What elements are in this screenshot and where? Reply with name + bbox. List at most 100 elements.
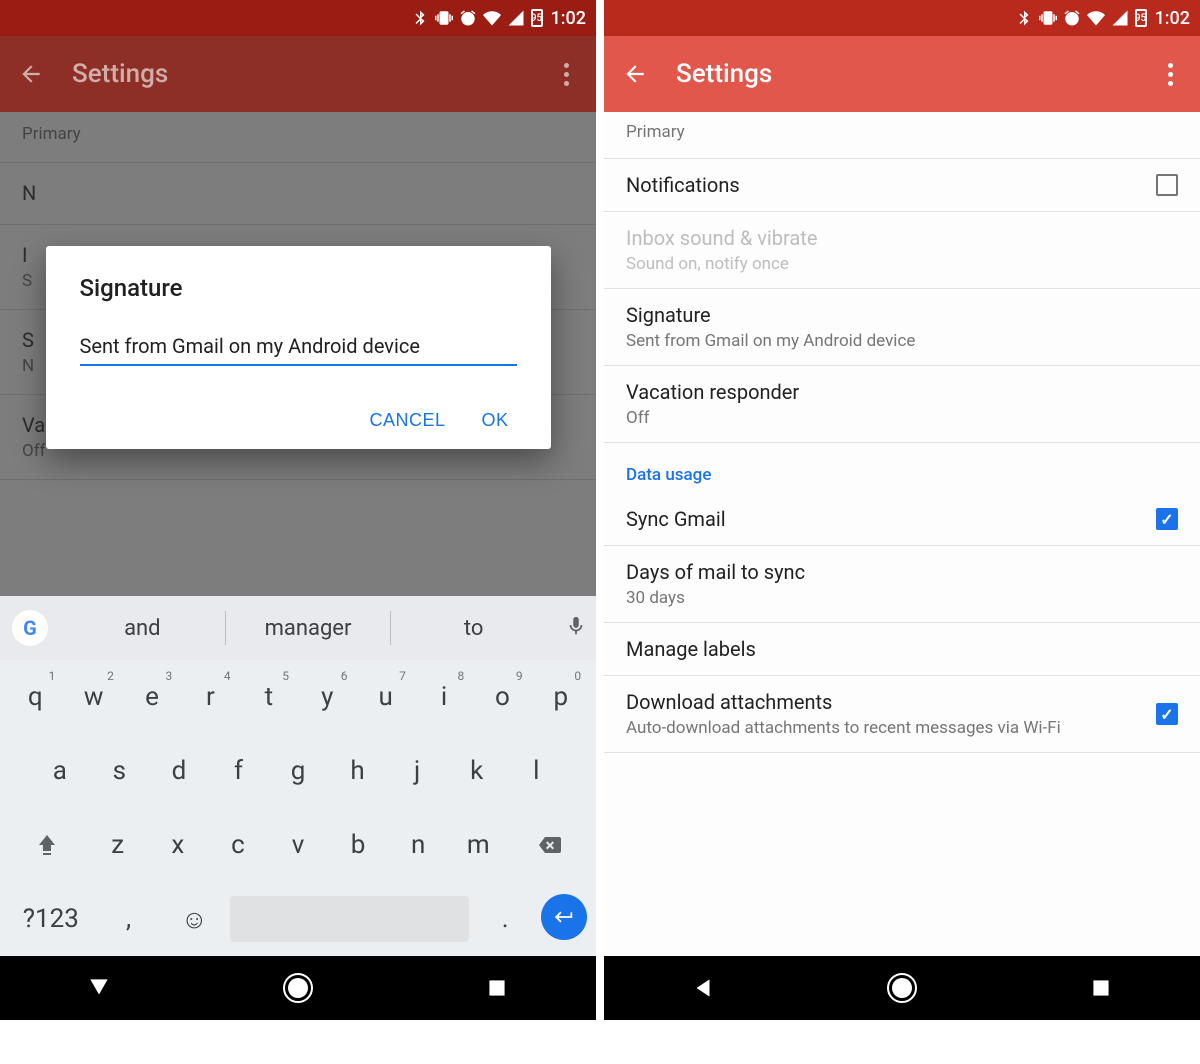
key-w[interactable]: w2 [67,667,119,727]
shift-key[interactable] [9,815,85,875]
sync-checkbox[interactable] [1156,508,1178,530]
enter-key[interactable] [541,894,587,940]
nav-recent-icon[interactable] [1088,975,1114,1001]
list-item-download[interactable]: Download attachments Auto-download attac… [604,676,1200,753]
page-title: Settings [72,59,554,89]
nav-home-icon[interactable] [283,973,313,1003]
item-sub: Primary [626,122,1178,142]
battery-icon: 95 [1135,9,1147,27]
space-key[interactable] [230,896,469,942]
bluetooth-icon [411,9,429,27]
section-data-usage: Data usage [604,443,1200,493]
status-time: 1:02 [551,8,586,29]
key-z[interactable]: z [91,815,145,875]
signal-icon [507,9,525,27]
list-item-signature[interactable]: Signature Sent from Gmail on my Android … [604,289,1200,366]
nav-back-icon[interactable] [86,975,112,1001]
google-icon[interactable]: G [12,610,48,646]
key-v[interactable]: v [271,815,325,875]
list-item-sync[interactable]: Sync Gmail [604,493,1200,546]
back-icon[interactable] [18,61,44,87]
key-q[interactable]: q1 [9,667,61,727]
key-j[interactable]: j [390,741,444,801]
item-title: Manage labels [626,637,1178,661]
status-time: 1:02 [1155,8,1190,29]
list-item-days[interactable]: Days of mail to sync 30 days [604,546,1200,623]
cancel-button[interactable]: CANCEL [369,410,445,431]
key-y[interactable]: y6 [301,667,353,727]
delete-key[interactable] [511,815,587,875]
suggestion[interactable]: and [60,616,225,641]
dialog-title: Signature [80,274,517,302]
list-item-inbox-sound: Inbox sound & vibrate Sound on, notify o… [604,212,1200,289]
nav-bar-left [0,956,596,1020]
key-n[interactable]: n [391,815,445,875]
key-e[interactable]: e3 [126,667,178,727]
key-l[interactable]: l [510,741,564,801]
vibrate-icon [1039,9,1057,27]
key-i[interactable]: i8 [418,667,470,727]
ok-button[interactable]: OK [481,410,508,431]
download-checkbox[interactable] [1156,703,1178,725]
key-k[interactable]: k [450,741,504,801]
settings-content-right[interactable]: Primary Notifications Inbox sound & vibr… [604,112,1200,956]
item-title: Inbox sound & vibrate [626,226,1178,250]
app-bar-left: Settings [0,36,596,112]
suggestion[interactable]: to [391,616,556,641]
key-d[interactable]: d [152,741,206,801]
key-o[interactable]: o9 [476,667,528,727]
item-sub: Auto-download attachments to recent mess… [626,718,1156,738]
key-s[interactable]: s [93,741,147,801]
list-item-primary[interactable]: Primary [604,112,1200,159]
signature-input[interactable] [80,330,517,366]
item-sub: Sound on, notify once [626,254,1178,274]
item-sub: 30 days [626,588,1178,608]
nav-recent-icon[interactable] [484,975,510,1001]
key-b[interactable]: b [331,815,385,875]
overflow-menu-icon[interactable] [1158,63,1182,86]
status-bar-right: 95 1:02 [604,0,1200,36]
dialog-backdrop: Signature CANCEL OK [0,112,596,596]
key-p[interactable]: p0 [535,667,587,727]
key-g[interactable]: g [271,741,325,801]
nav-bar-right [604,956,1200,1020]
comma-key[interactable]: , [99,889,159,949]
symbols-key[interactable]: ?123 [9,889,93,949]
key-r[interactable]: r4 [184,667,236,727]
key-m[interactable]: m [451,815,505,875]
phone-left: 95 1:02 Settings Primary N IS SN Vacatio… [0,0,600,1020]
suggestion[interactable]: manager [226,616,391,641]
list-item-notifications[interactable]: Notifications [604,159,1200,212]
list-item-vacation[interactable]: Vacation responder Off [604,366,1200,443]
item-title: Notifications [626,173,1156,197]
key-t[interactable]: t5 [243,667,295,727]
page-title: Settings [676,59,1158,89]
item-sub: Off [626,408,1178,428]
signal-icon [1111,9,1129,27]
emoji-key[interactable]: ☺ [164,889,224,949]
signature-dialog: Signature CANCEL OK [46,246,551,449]
back-icon[interactable] [622,61,648,87]
vibrate-icon [435,9,453,27]
nav-back-icon[interactable] [690,975,716,1001]
item-title: Download attachments [626,690,1156,714]
key-h[interactable]: h [331,741,385,801]
wifi-icon [1087,9,1105,27]
list-item-labels[interactable]: Manage labels [604,623,1200,676]
item-title: Sync Gmail [626,507,1156,531]
notifications-checkbox[interactable] [1156,174,1178,196]
overflow-menu-icon[interactable] [554,63,578,86]
key-c[interactable]: c [211,815,265,875]
key-a[interactable]: a [33,741,87,801]
nav-home-icon[interactable] [887,973,917,1003]
key-f[interactable]: f [212,741,266,801]
item-title: Vacation responder [626,380,1178,404]
soft-keyboard[interactable]: G and manager to q1w2e3r4t5y6u7i8o9p0 as… [0,596,596,956]
key-u[interactable]: u7 [359,667,411,727]
period-key[interactable]: . [475,889,535,949]
mic-icon[interactable] [556,615,596,641]
item-title: Signature [626,303,1178,327]
bluetooth-icon [1015,9,1033,27]
key-x[interactable]: x [151,815,205,875]
alarm-icon [1063,9,1081,27]
